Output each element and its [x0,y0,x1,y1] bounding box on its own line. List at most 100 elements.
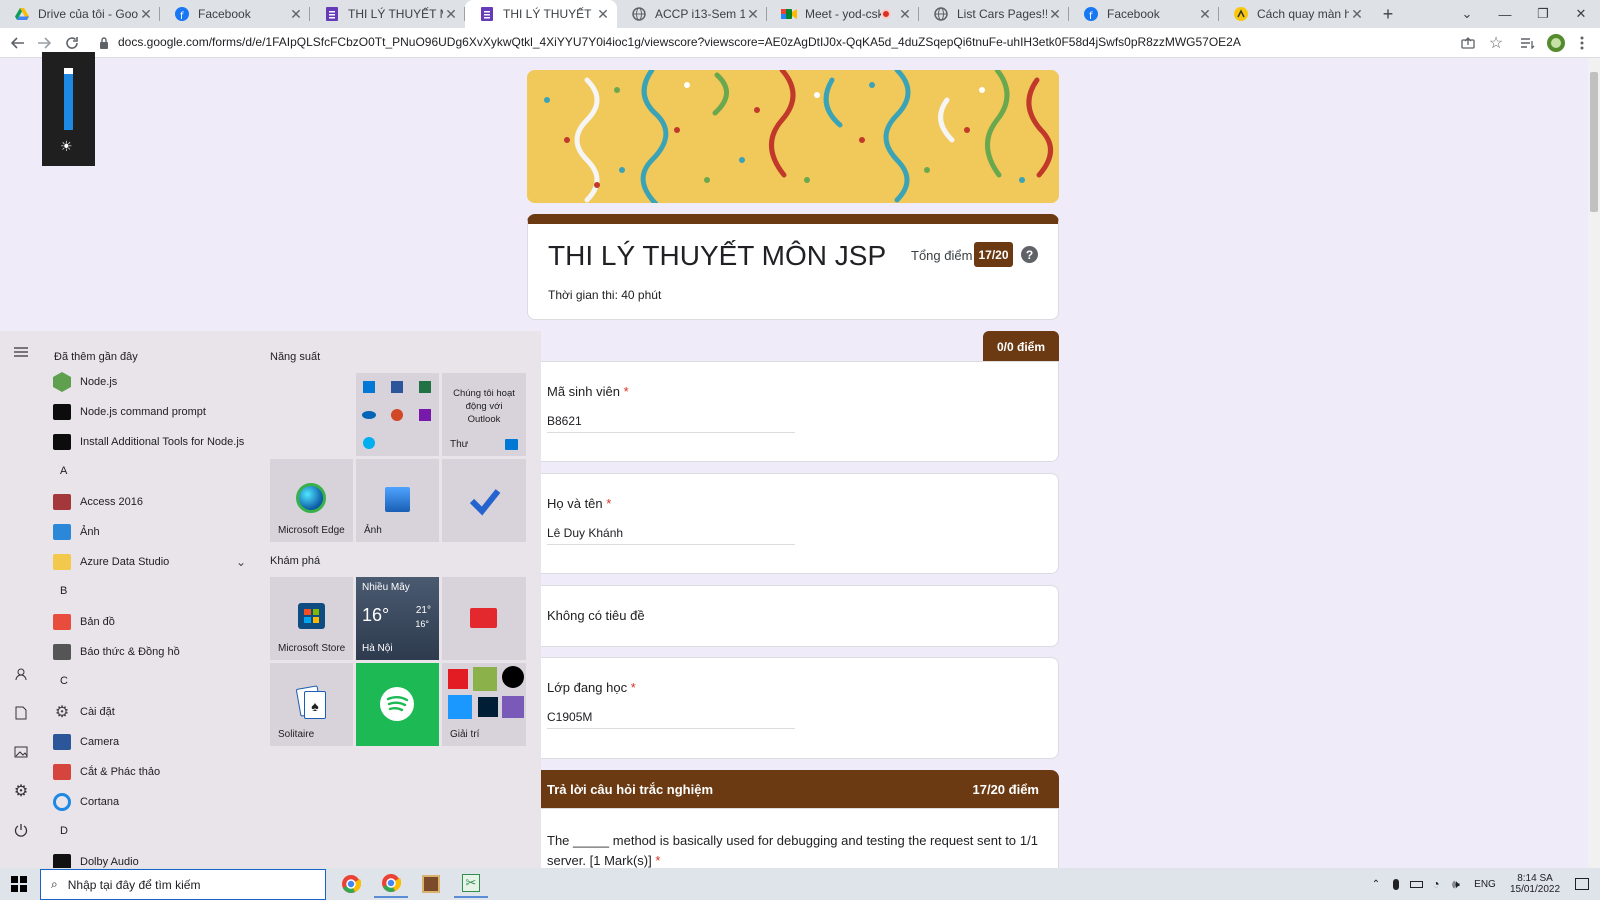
group-letter[interactable]: A [60,465,67,477]
close-window-button[interactable]: ✕ [1562,0,1600,28]
chevron-down-icon[interactable]: ⌄ [236,555,246,569]
language-indicator[interactable]: ENG [1470,868,1500,900]
windows-start-icon[interactable] [2,870,36,898]
microsoft-store-tile[interactable]: Microsoft Store [270,577,353,660]
untitled-label: Không có tiêu đề [547,608,645,623]
spotify-tile[interactable] [356,663,439,746]
app-item[interactable]: Azure Data Studio ⌄ [52,549,252,575]
game-app-icon[interactable] [414,870,448,898]
app-item[interactable]: ⚙ Cài đặt [52,699,252,725]
bookmark-star-icon[interactable]: ☆ [1486,33,1506,53]
browser-tab-strip: Drive của tôi - Google ✕ f Facebook ✕ TH… [0,0,1600,28]
app-item[interactable]: Install Additional Tools for Node.js [52,429,252,455]
scrollbar-thumb[interactable] [1590,72,1598,212]
power-icon[interactable] [12,821,30,839]
help-icon[interactable]: ? [1021,246,1038,263]
weather-tile[interactable]: Nhiều Mây 16° 21° 16° Hà Nội [356,577,439,660]
reload-icon[interactable] [62,33,82,53]
todo-tile[interactable] [442,459,526,542]
close-icon[interactable]: ✕ [595,6,611,23]
question-text: The _____ method is basically used for d… [547,833,1038,868]
tab-meet[interactable]: Meet - yod-cskw- ✕ [767,0,919,28]
close-icon[interactable]: ✕ [138,6,154,23]
close-icon[interactable]: ✕ [897,6,913,23]
app-item[interactable]: Node.js command prompt [52,399,252,425]
hamburger-menu-icon[interactable] [12,343,30,361]
pictures-icon[interactable] [12,743,30,761]
close-icon[interactable]: ✕ [1197,6,1213,23]
microphone-icon[interactable] [1388,868,1404,900]
news-tile[interactable] [442,577,526,660]
start-menu: ⚙ Đã thêm gần đây Node.js Node.js command… [0,331,541,870]
reading-list-icon[interactable] [1518,33,1538,53]
answer-class: C1905M [547,710,795,729]
user-account-icon[interactable] [12,665,30,683]
app-item[interactable]: Node.js [52,369,252,395]
search-icon: ⌕ [51,877,58,891]
tab-google-drive[interactable]: Drive của tôi - Google ✕ [0,0,160,28]
taskbar-search-box[interactable]: ⌕ Nhập tại đây để tìm kiếm [40,869,326,900]
brightness-slider[interactable] [64,68,73,130]
google-meet-icon [781,6,797,22]
address-bar[interactable]: docs.google.com/forms/d/e/1FAIpQLSfcFCbz… [118,35,1241,49]
app-item[interactable]: Bản đồ [52,609,252,635]
app-item[interactable]: Báo thức & Đồng hồ [52,639,252,665]
microsoft-edge-tile[interactable]: Microsoft Edge [270,459,353,542]
globe-icon [631,6,647,22]
chevron-up-icon[interactable]: ⌃ [1368,868,1384,900]
group-letter[interactable]: B [60,585,67,597]
notification-icon[interactable] [1568,868,1596,900]
settings-gear-icon[interactable]: ⚙ [12,782,30,800]
battery-icon[interactable] [1408,868,1424,900]
close-icon[interactable]: ✕ [745,6,761,23]
group-letter[interactable]: C [60,675,68,687]
clock[interactable]: 8:14 SA 15/01/2022 [1504,868,1566,900]
app-item[interactable]: Access 2016 [52,489,252,515]
tab-facebook-2[interactable]: f Facebook ✕ [1069,0,1219,28]
app-item[interactable]: Ảnh [52,519,252,545]
settings-icon: ⚙ [54,704,70,721]
entertainment-tile[interactable]: Giải trí [442,663,526,746]
chrome-active-icon[interactable] [374,870,408,898]
explore-header: Khám phá [270,555,321,567]
restore-button[interactable]: ❐ [1524,0,1562,28]
tab-cach-quay[interactable]: Cách quay màn hình V ✕ [1219,0,1371,28]
section-score-badge: 0/0 điểm [983,331,1059,362]
app-item[interactable]: Cortana [52,789,252,815]
photos-tile[interactable]: Ảnh [356,459,439,542]
documents-icon[interactable] [12,704,30,722]
lock-icon[interactable] [94,33,114,53]
wifi-icon[interactable]: ◔ [1428,868,1444,900]
tab-thi-ly-thuyet-1[interactable]: THI LÝ THUYẾT MÔN J ✕ [310,0,465,28]
page-scrollbar[interactable] [1588,58,1600,868]
close-icon[interactable]: ✕ [288,6,304,23]
close-icon[interactable]: ✕ [443,6,459,23]
chevron-down-icon[interactable]: ⌄ [1448,0,1486,28]
solitaire-tile[interactable]: ♠ Solitaire [270,663,353,746]
close-icon[interactable]: ✕ [1047,6,1063,23]
profile-avatar[interactable] [1546,33,1566,53]
tab-thi-ly-thuyet-active[interactable]: THI LÝ THUYẾT MÔN J ✕ [465,0,617,28]
google-forms-icon [324,6,340,22]
snipping-tool-icon[interactable]: ✂ [454,870,488,898]
office-apps-tile[interactable] [356,373,439,456]
tab-facebook[interactable]: f Facebook ✕ [160,0,310,28]
confetti-banner [527,70,1059,203]
start-left-rail: ⚙ [0,331,40,868]
close-icon[interactable]: ✕ [1349,6,1365,23]
app-item[interactable]: Cắt & Phác thảo [52,759,252,785]
minimize-button[interactable]: — [1486,0,1524,28]
new-tab-button[interactable]: + [1376,0,1400,28]
back-arrow-icon[interactable] [8,33,28,53]
question-label: Họ và tên * [547,496,612,511]
more-options-icon[interactable] [1572,33,1592,53]
tab-accp[interactable]: ACCP i13-Sem 1 - HTM ✕ [617,0,767,28]
app-item[interactable]: Camera [52,729,252,755]
group-letter[interactable]: D [60,825,68,837]
share-icon[interactable] [1458,33,1478,53]
forward-arrow-icon[interactable] [34,33,54,53]
outlook-mail-tile[interactable]: Chúng tôi hoạt động với Outlook Thư [442,373,526,456]
volume-icon[interactable]: 🕪 [1448,868,1464,900]
tab-list-cars[interactable]: List Cars Pages!!! ✕ [919,0,1069,28]
chrome-app-icon[interactable] [334,870,368,898]
